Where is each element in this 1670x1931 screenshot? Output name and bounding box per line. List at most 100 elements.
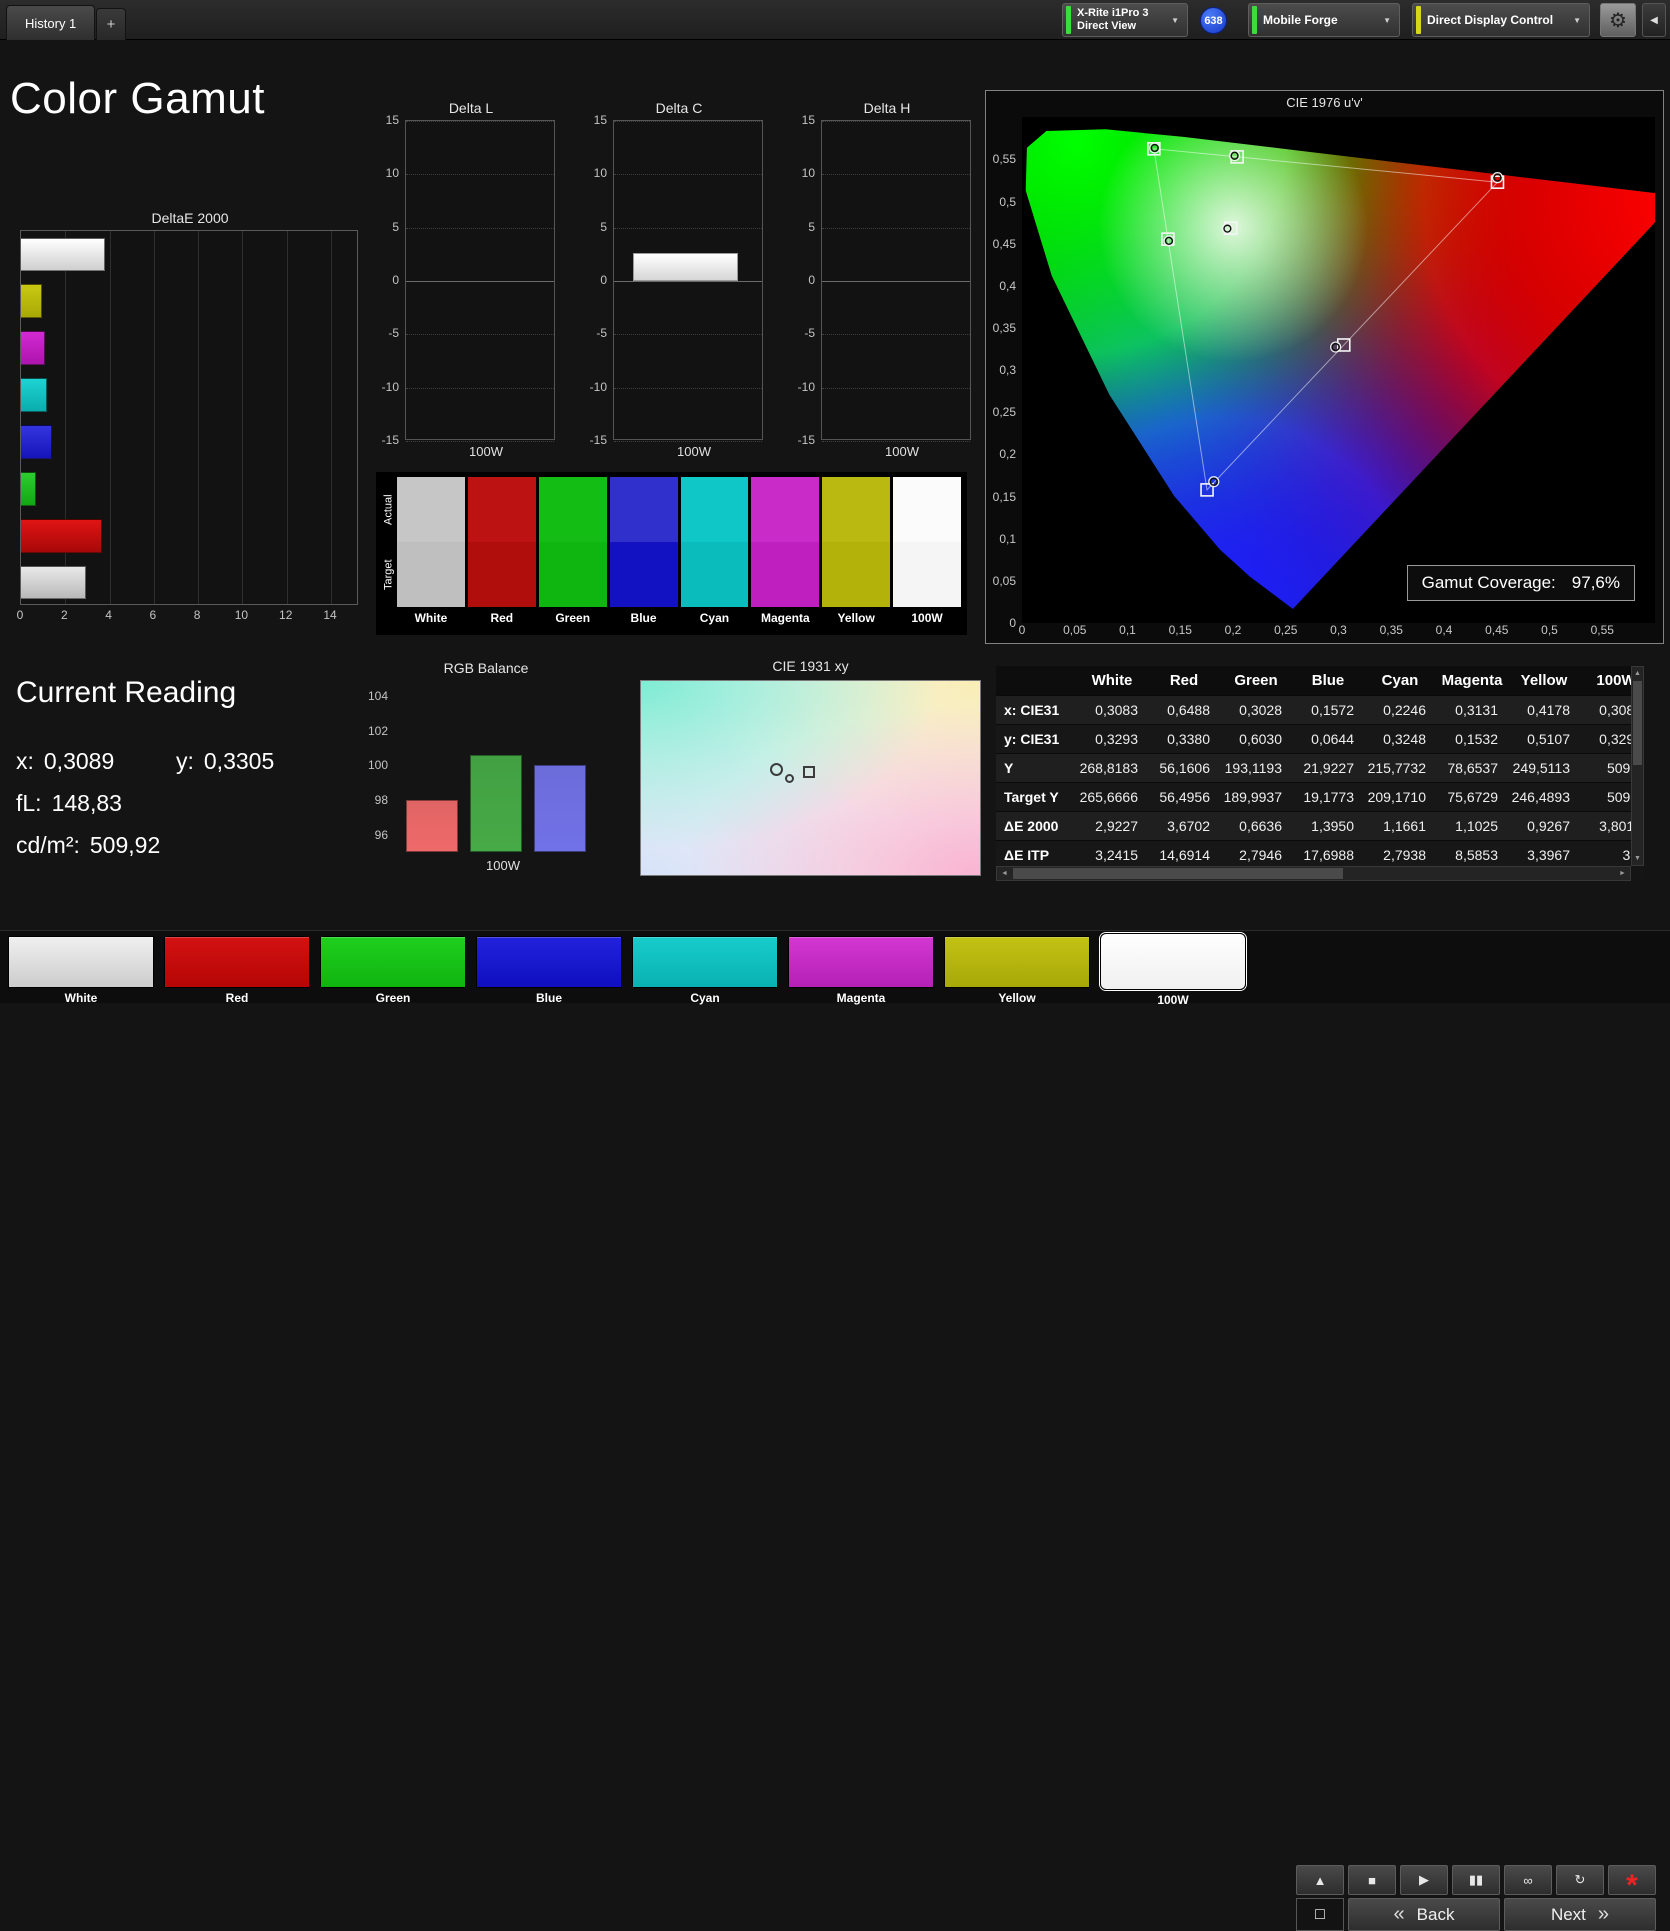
swatch-actual [893, 477, 961, 542]
stop-button[interactable]: ■ [1348, 1865, 1396, 1895]
x-axis-label: 100W [486, 858, 520, 873]
patch-button-blue[interactable]: Blue [476, 936, 622, 1007]
chart-title: Delta H [863, 100, 911, 116]
cell-value: 0,5107 [1527, 731, 1570, 747]
scroll-down-icon[interactable]: ▼ [1632, 852, 1643, 865]
x-axis-label: 100W [469, 444, 503, 459]
loop-button[interactable]: ∞ [1504, 1865, 1552, 1895]
meter-dropdown[interactable]: X-Rite i1Pro 3 Direct View ▼ [1062, 3, 1188, 37]
row-label: ΔE ITP [1004, 847, 1050, 863]
up-button[interactable]: ▲ [1296, 1865, 1344, 1895]
x-label: x: [16, 748, 34, 774]
chevron-down-icon: ▼ [1383, 15, 1391, 25]
meter-name: X-Rite i1Pro 3 [1077, 7, 1149, 19]
y-tick-label: 0 [392, 273, 399, 287]
cell-value: 56,4956 [1159, 789, 1210, 805]
horizontal-scroll-thumb[interactable] [1013, 868, 1343, 879]
deltae-bar-100w [21, 237, 106, 272]
x-tick-label: 0,25 [1274, 623, 1298, 637]
add-tab-button[interactable]: + [96, 8, 126, 40]
row-label: y: CIE31 [1004, 731, 1060, 747]
column-header: Magenta [1441, 672, 1503, 689]
nits-value: 509,92 [89, 832, 161, 858]
y-tick-label: -15 [381, 433, 399, 447]
swatch-label: White [414, 611, 448, 625]
patch-button-100w[interactable]: 100W [1100, 933, 1246, 1007]
cie1931-plot [640, 680, 981, 876]
patch-button-red[interactable]: Red [164, 936, 310, 1007]
table-horizontal-scrollbar[interactable]: ◄ ► [996, 866, 1631, 881]
gridline [822, 121, 970, 122]
cell-value: 1,1025 [1455, 818, 1498, 834]
gridline [822, 334, 970, 336]
gridline [822, 387, 970, 389]
display-control-dropdown[interactable]: Direct Display Control ▼ [1412, 3, 1590, 37]
display-control-name: Direct Display Control [1427, 13, 1554, 27]
row-label: ΔE 2000 [1004, 818, 1059, 834]
y-tick-label: 102 [367, 723, 388, 738]
y-tick-label: -10 [381, 379, 399, 394]
cell-value: 3,6702 [1167, 818, 1210, 834]
patch-button-white[interactable]: White [8, 936, 154, 1007]
swatch-actual [538, 477, 607, 542]
gridline [153, 231, 155, 604]
pattern-window-icon: □ [1315, 1905, 1325, 1923]
pause-button[interactable]: ▮▮ [1452, 1865, 1500, 1895]
scroll-right-icon[interactable]: ► [1615, 867, 1630, 880]
column-header: 100W [1596, 672, 1631, 689]
cell-value: 0,3028 [1239, 702, 1282, 718]
patch-button-cyan[interactable]: Cyan [632, 936, 778, 1007]
y-tick-label: -5 [596, 326, 607, 341]
scroll-left-icon[interactable]: ◄ [997, 867, 1012, 880]
cell-value: 78,6537 [1447, 760, 1498, 776]
patch-button-green[interactable]: Green [320, 936, 466, 1007]
swatch-color-pair [751, 477, 820, 607]
cell-value: 209,1710 [1367, 789, 1426, 805]
collapse-panel-button[interactable]: ◀ [1642, 3, 1666, 37]
refresh-button[interactable]: ↻ [1556, 1865, 1604, 1895]
x-tick-label: 0 [1018, 623, 1026, 637]
refresh-icon: ↻ [1574, 1872, 1586, 1887]
x-tick-label: 0 [16, 608, 24, 622]
cell-value: 0,0644 [1311, 731, 1354, 747]
x-tick-label: 0,5 [1541, 623, 1558, 637]
swatch-color-pair [893, 477, 961, 607]
vertical-scroll-thumb[interactable] [1633, 681, 1642, 765]
swatch-target [751, 542, 820, 607]
play-button[interactable]: ▶ [1400, 1865, 1448, 1895]
delta-plot [821, 120, 971, 442]
y-tick-label: -5 [804, 326, 815, 341]
swatch-label: Red [490, 611, 514, 625]
swatch-actual [751, 477, 820, 542]
transport-row-1: ▲ ■ ▶ ▮▮ ∞ ↻ * [1296, 1865, 1660, 1902]
workflow-status-indicator [1252, 6, 1257, 34]
column-header: Yellow [1520, 672, 1568, 689]
swatch-green: Green [538, 477, 607, 633]
patch-button-yellow[interactable]: Yellow [944, 936, 1090, 1007]
x-tick-label: 0,35 [1379, 623, 1403, 637]
y-tick-label: 0,05 [992, 573, 1016, 588]
gridline [406, 334, 554, 336]
scroll-up-icon[interactable]: ▲ [1632, 667, 1643, 680]
table-vertical-scrollbar[interactable]: ▲ ▼ [1631, 666, 1644, 866]
pattern-window-button[interactable]: □ [1296, 1898, 1344, 1931]
x-tick-label: 4 [105, 608, 112, 622]
current-reading-title: Current Reading [16, 676, 237, 709]
rgb-plot [394, 682, 598, 852]
settings-button[interactable]: ⚙ [1600, 3, 1636, 37]
cell-value: 0,3380 [1167, 731, 1210, 747]
x-tick-label: 2 [60, 608, 68, 622]
swatch-actual [467, 477, 536, 542]
patch-button-magenta[interactable]: Magenta [788, 936, 934, 1007]
y-tick-label: 5 [392, 219, 399, 234]
table-row: Target Y 265,6666 56,4956 189,9937 19,1773 20… [996, 783, 1631, 812]
back-button[interactable]: « Back [1348, 1898, 1500, 1931]
x-axis-label: 100W [677, 444, 711, 459]
y-tick-label: 0 [600, 273, 607, 287]
workflow-dropdown[interactable]: Mobile Forge ▼ [1248, 3, 1400, 37]
history-tab[interactable]: History 1 [6, 5, 96, 40]
swatch-actual [397, 477, 465, 542]
record-button[interactable]: * [1608, 1865, 1656, 1902]
column-header: Green [1234, 672, 1278, 689]
x-tick-label: 8 [193, 608, 201, 622]
